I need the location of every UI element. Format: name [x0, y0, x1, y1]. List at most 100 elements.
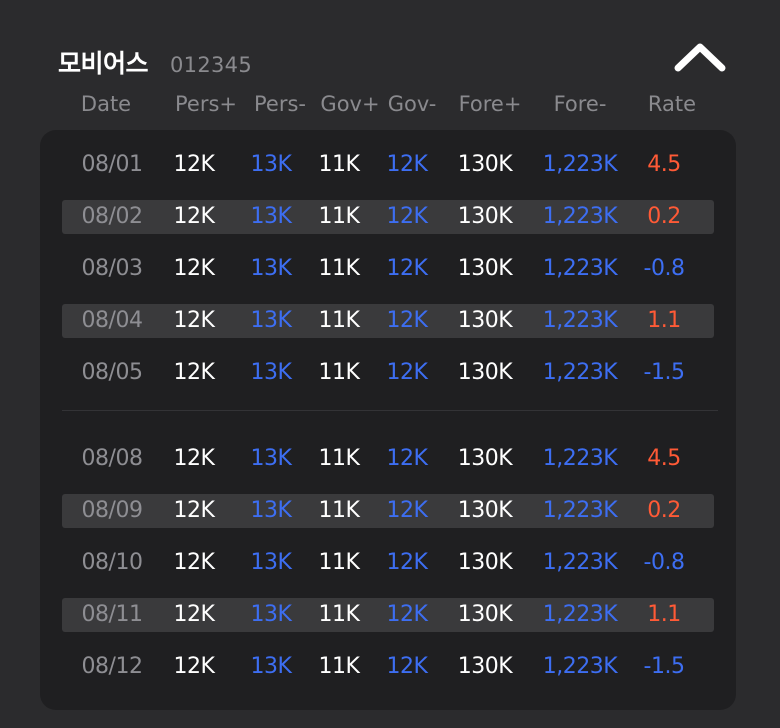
gov-minus-cell: 12K — [386, 498, 428, 523]
week-divider — [62, 410, 718, 411]
date-cell: 08/08 — [81, 446, 143, 471]
pers-plus-cell: 12K — [173, 654, 215, 679]
pers-plus-cell: 12K — [173, 152, 215, 177]
gov-plus-cell: 11K — [318, 360, 360, 385]
fore-plus-cell: 130K — [457, 550, 513, 575]
rate-cell: -1.5 — [643, 654, 685, 679]
trading-flow-widget: 모비어스 012345 Date Pers+ Pers- Gov+ Gov- F… — [0, 0, 780, 728]
table-row[interactable]: 08/05 12K 13K 11K 12K 130K 1,223K -1.5 — [62, 356, 714, 390]
table-row[interactable]: 08/04 12K 13K 11K 12K 130K 1,223K 1.1 — [62, 304, 714, 338]
fore-plus-cell: 130K — [457, 152, 513, 177]
pers-plus-cell: 12K — [173, 446, 215, 471]
collapse-button[interactable] — [668, 36, 732, 80]
gov-plus-cell: 11K — [318, 602, 360, 627]
fore-minus-cell: 1,223K — [542, 550, 618, 575]
gov-minus-cell: 12K — [386, 308, 428, 333]
table-row[interactable]: 08/12 12K 13K 11K 12K 130K 1,223K -1.5 — [62, 650, 714, 684]
rate-cell: 1.1 — [647, 308, 681, 333]
date-cell: 08/09 — [81, 498, 143, 523]
rate-cell: -0.8 — [643, 550, 685, 575]
date-cell: 08/03 — [81, 256, 143, 281]
pers-plus-cell: 12K — [173, 204, 215, 229]
column-header-fore-plus: Fore+ — [458, 92, 522, 116]
pers-minus-cell: 13K — [250, 204, 292, 229]
column-header-pers-minus: Pers- — [254, 92, 306, 116]
date-cell: 08/10 — [81, 550, 143, 575]
pers-minus-cell: 13K — [250, 654, 292, 679]
fore-minus-cell: 1,223K — [542, 256, 618, 281]
gov-plus-cell: 11K — [318, 256, 360, 281]
pers-plus-cell: 12K — [173, 550, 215, 575]
fore-minus-cell: 1,223K — [542, 308, 618, 333]
gov-plus-cell: 11K — [318, 152, 360, 177]
rate-cell: 1.1 — [647, 602, 681, 627]
fore-plus-cell: 130K — [457, 498, 513, 523]
column-header-fore-minus: Fore- — [553, 92, 607, 116]
fore-minus-cell: 1,223K — [542, 654, 618, 679]
fore-plus-cell: 130K — [457, 446, 513, 471]
fore-plus-cell: 130K — [457, 602, 513, 627]
column-headers: Date Pers+ Pers- Gov+ Gov- Fore+ Fore- R… — [0, 88, 780, 124]
date-cell: 08/11 — [81, 602, 143, 627]
pers-minus-cell: 13K — [250, 308, 292, 333]
fore-plus-cell: 130K — [457, 256, 513, 281]
fore-minus-cell: 1,223K — [542, 204, 618, 229]
date-cell: 08/02 — [81, 204, 143, 229]
gov-minus-cell: 12K — [386, 204, 428, 229]
table-row[interactable]: 08/08 12K 13K 11K 12K 130K 1,223K 4.5 — [62, 442, 714, 476]
date-cell: 08/01 — [81, 152, 143, 177]
fore-minus-cell: 1,223K — [542, 360, 618, 385]
pers-minus-cell: 13K — [250, 152, 292, 177]
gov-minus-cell: 12K — [386, 654, 428, 679]
gov-plus-cell: 11K — [318, 446, 360, 471]
pers-minus-cell: 13K — [250, 256, 292, 281]
column-header-rate: Rate — [647, 92, 697, 116]
fore-minus-cell: 1,223K — [542, 602, 618, 627]
stock-name: 모비어스 — [58, 49, 149, 78]
rate-cell: 4.5 — [647, 446, 681, 471]
fore-plus-cell: 130K — [457, 654, 513, 679]
pers-minus-cell: 13K — [250, 602, 292, 627]
date-cell: 08/05 — [81, 360, 143, 385]
pers-plus-cell: 12K — [173, 602, 215, 627]
pers-plus-cell: 12K — [173, 360, 215, 385]
pers-minus-cell: 13K — [250, 550, 292, 575]
rate-cell: 4.5 — [647, 152, 681, 177]
chevron-up-icon — [674, 43, 726, 72]
rate-cell: 0.2 — [647, 204, 681, 229]
gov-minus-cell: 12K — [386, 256, 428, 281]
fore-minus-cell: 1,223K — [542, 152, 618, 177]
gov-minus-cell: 12K — [386, 446, 428, 471]
gov-minus-cell: 12K — [386, 602, 428, 627]
column-header-date: Date — [80, 92, 132, 116]
rate-cell: 0.2 — [647, 498, 681, 523]
gov-plus-cell: 11K — [318, 308, 360, 333]
table-row[interactable]: 08/03 12K 13K 11K 12K 130K 1,223K -0.8 — [62, 252, 714, 286]
gov-plus-cell: 11K — [318, 204, 360, 229]
pers-minus-cell: 13K — [250, 498, 292, 523]
pers-plus-cell: 12K — [173, 256, 215, 281]
date-cell: 08/12 — [81, 654, 143, 679]
table-row[interactable]: 08/10 12K 13K 11K 12K 130K 1,223K -0.8 — [62, 546, 714, 580]
gov-minus-cell: 12K — [386, 550, 428, 575]
gov-minus-cell: 12K — [386, 360, 428, 385]
fore-minus-cell: 1,223K — [542, 446, 618, 471]
fore-minus-cell: 1,223K — [542, 498, 618, 523]
column-header-pers-plus: Pers+ — [174, 92, 238, 116]
pers-plus-cell: 12K — [173, 498, 215, 523]
table-row[interactable]: 08/09 12K 13K 11K 12K 130K 1,223K 0.2 — [62, 494, 714, 528]
date-cell: 08/04 — [81, 308, 143, 333]
rate-cell: -1.5 — [643, 360, 685, 385]
fore-plus-cell: 130K — [457, 360, 513, 385]
stock-code: 012345 — [170, 53, 252, 77]
gov-plus-cell: 11K — [318, 654, 360, 679]
table-row[interactable]: 08/02 12K 13K 11K 12K 130K 1,223K 0.2 — [62, 200, 714, 234]
gov-plus-cell: 11K — [318, 550, 360, 575]
rate-cell: -0.8 — [643, 256, 685, 281]
pers-plus-cell: 12K — [173, 308, 215, 333]
table-row[interactable]: 08/01 12K 13K 11K 12K 130K 1,223K 4.5 — [62, 148, 714, 182]
column-header-gov-plus: Gov+ — [320, 92, 380, 116]
fore-plus-cell: 130K — [457, 204, 513, 229]
gov-minus-cell: 12K — [386, 152, 428, 177]
table-row[interactable]: 08/11 12K 13K 11K 12K 130K 1,223K 1.1 — [62, 598, 714, 632]
